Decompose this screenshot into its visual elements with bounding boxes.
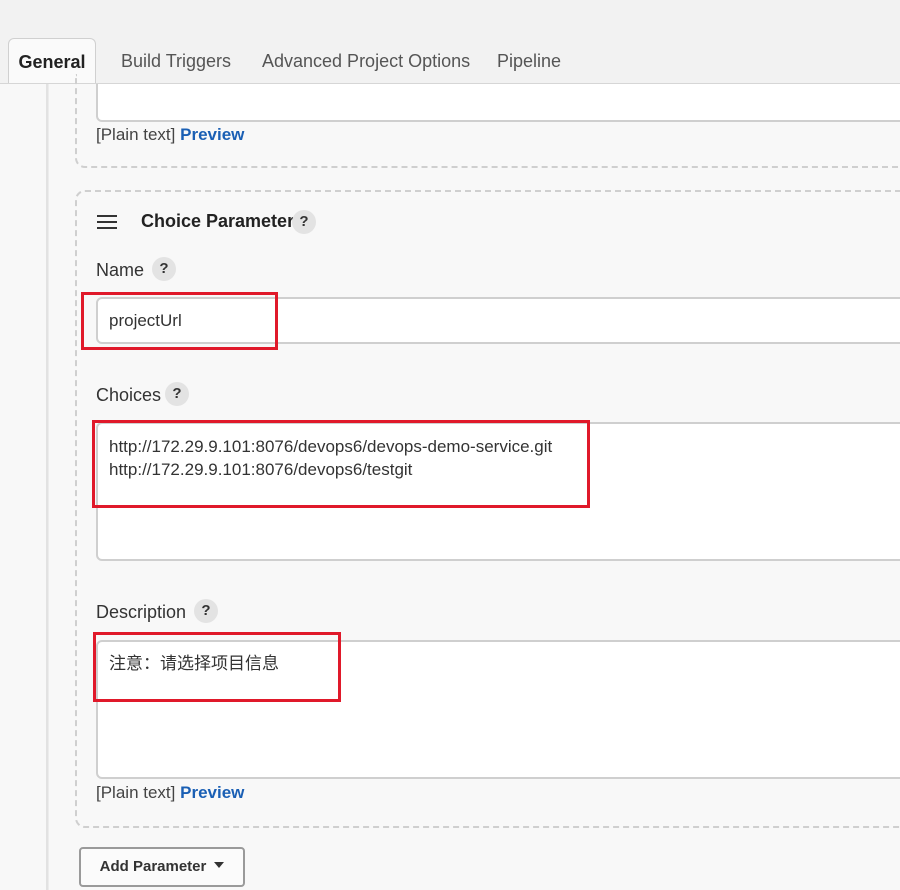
choices-label: Choices bbox=[96, 385, 162, 405]
description-label: Description bbox=[96, 602, 187, 622]
name-label: Name bbox=[96, 260, 145, 280]
choices-textarea[interactable]: http://172.29.9.101:8076/devops6/devops-… bbox=[96, 422, 900, 561]
jenkins-config-page: General Build Triggers Advanced Project … bbox=[0, 0, 900, 890]
preview-link[interactable]: Preview bbox=[180, 125, 244, 144]
plain-text-label: [Plain text] bbox=[96, 783, 176, 802]
choices-help-icon[interactable]: ? bbox=[165, 382, 189, 406]
description-plain-text-row: [Plain text] Preview bbox=[96, 783, 244, 803]
main-content: [Plain text] Preview Choice Parameter ? … bbox=[0, 74, 900, 890]
preview-link[interactable]: Preview bbox=[180, 783, 244, 802]
tab-bar: General Build Triggers Advanced Project … bbox=[0, 0, 900, 85]
name-help-icon[interactable]: ? bbox=[152, 257, 176, 281]
choice-parameter-title: Choice Parameter bbox=[141, 211, 295, 231]
name-input[interactable] bbox=[96, 297, 900, 344]
choice-parameter-help-icon[interactable]: ? bbox=[292, 210, 316, 234]
section-rail-inner bbox=[48, 84, 49, 890]
previous-plain-text-row: [Plain text] Preview bbox=[96, 125, 244, 145]
drag-handle-icon[interactable] bbox=[97, 215, 117, 229]
description-help-icon[interactable]: ? bbox=[194, 599, 218, 623]
add-parameter-label: Add Parameter bbox=[99, 858, 207, 875]
plain-text-label: [Plain text] bbox=[96, 125, 176, 144]
caret-down-icon bbox=[214, 862, 225, 869]
description-textarea[interactable]: 注意：请选择项目信息 bbox=[96, 640, 900, 779]
add-parameter-button[interactable]: Add Parameter bbox=[79, 847, 245, 887]
previous-description-textarea[interactable] bbox=[96, 84, 900, 122]
